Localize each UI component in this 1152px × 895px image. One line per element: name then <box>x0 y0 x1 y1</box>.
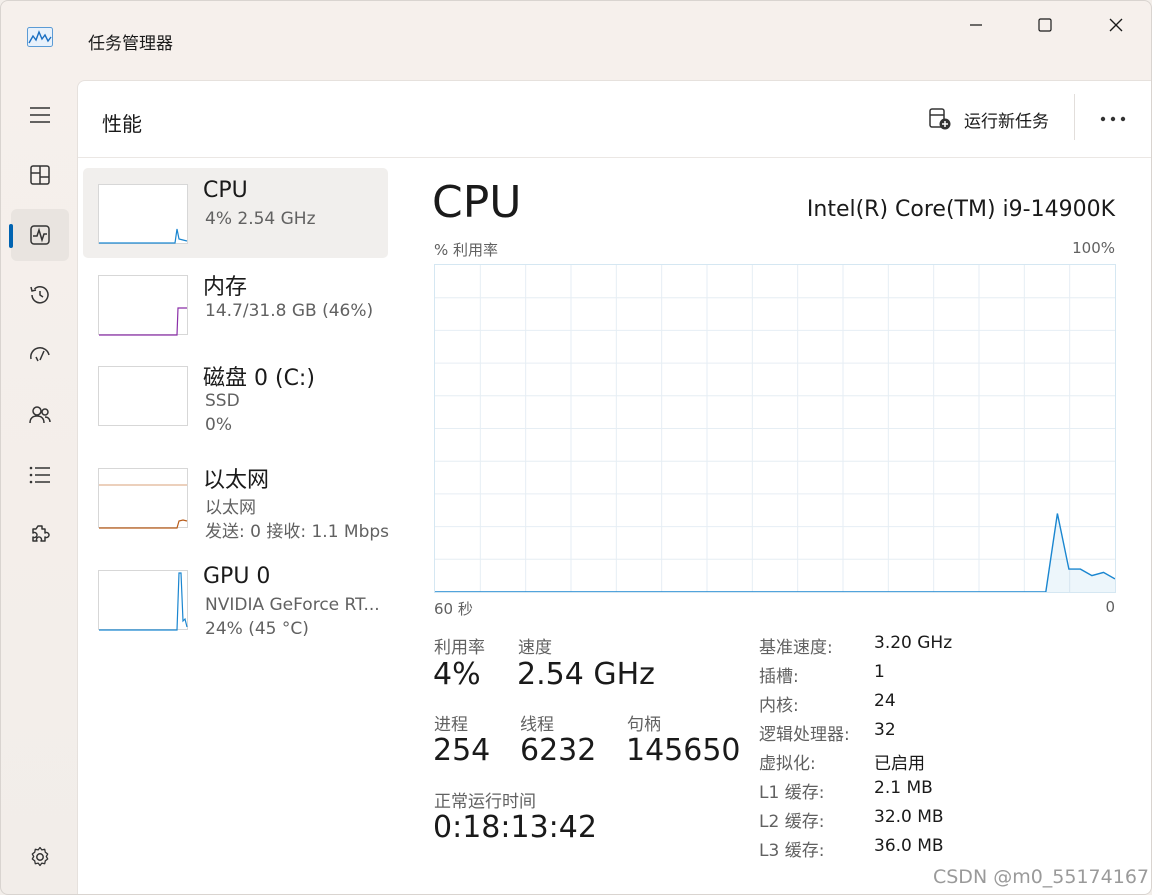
device-item-gpu[interactable]: GPU 0 NVIDIA GeForce RT... 24% (45 °C) <box>83 554 388 644</box>
device-name: 磁盘 0 (C:) <box>203 366 315 391</box>
device-detail-secondary: 24% (45 °C) <box>205 619 309 639</box>
content-panel: 性能 运行新任务 CPU 4% 2.54 GHz 内存 14.7/31.8 GB… <box>77 80 1151 894</box>
close-button[interactable] <box>1093 9 1139 41</box>
virtualization-label: 虚拟化: <box>759 754 816 774</box>
header-divider <box>1074 94 1075 140</box>
threads-label: 线程 <box>520 715 554 735</box>
header-divider-line <box>78 157 1151 158</box>
graph-x-left-label: 60 秒 <box>434 600 473 618</box>
details-icon <box>29 466 50 484</box>
l2-cache-value: 32.0 MB <box>874 807 944 827</box>
utilization-value: 4% <box>433 657 481 692</box>
device-item-disk[interactable]: 磁盘 0 (C:) SSD 0% <box>83 350 388 440</box>
uptime-label: 正常运行时间 <box>434 792 536 812</box>
graph-y-axis-label: % 利用率 <box>434 241 499 259</box>
users-icon <box>29 406 51 424</box>
utilization-label: 利用率 <box>434 638 485 658</box>
speed-label: 速度 <box>518 638 552 658</box>
processes-icon <box>30 165 50 185</box>
device-name: CPU <box>203 178 248 203</box>
services-icon <box>32 525 50 542</box>
nav-item-settings[interactable] <box>11 831 69 883</box>
run-new-task-button[interactable]: 运行新任务 <box>928 103 1049 135</box>
handles-value: 145650 <box>626 733 741 768</box>
run-new-task-icon <box>929 108 951 130</box>
page-title: 性能 <box>102 112 142 136</box>
device-name: GPU 0 <box>203 564 271 589</box>
device-detail: NVIDIA GeForce RT... <box>205 595 380 615</box>
memory-thumbnail-graph <box>98 275 188 336</box>
device-name: 内存 <box>203 275 248 300</box>
graph-y-max-label: 100% <box>1072 239 1115 257</box>
speed-value: 2.54 GHz <box>517 657 655 692</box>
cpu-utilization-chart <box>435 265 1116 593</box>
nav-item-processes[interactable] <box>11 149 69 201</box>
device-item-cpu[interactable]: CPU 4% 2.54 GHz <box>83 168 388 258</box>
nav-item-services[interactable] <box>11 509 69 561</box>
settings-icon <box>31 846 49 867</box>
cpu-thumbnail-graph <box>98 184 188 244</box>
performance-icon <box>30 225 50 245</box>
graph-x-right-label: 0 <box>1105 598 1115 616</box>
handles-label: 句柄 <box>627 715 661 735</box>
maximize-icon <box>1038 18 1052 32</box>
cpu-model-name: Intel(R) Core(TM) i9-14900K <box>806 197 1115 222</box>
more-options-icon <box>1100 116 1126 122</box>
sockets-value: 1 <box>874 662 885 682</box>
device-detail: 以太网 <box>205 498 256 518</box>
nav-item-app-history[interactable] <box>11 269 69 321</box>
startup-apps-icon <box>30 347 50 362</box>
maximize-button[interactable] <box>1022 9 1068 41</box>
base-speed-value: 3.20 GHz <box>874 633 953 653</box>
device-detail: SSD <box>205 391 240 411</box>
nav-menu-button[interactable] <box>11 89 69 141</box>
cpu-utilization-graph <box>434 264 1116 593</box>
cpu-usage-area <box>435 513 1115 592</box>
device-detail: 14.7/31.8 GB (46%) <box>205 301 374 321</box>
cores-value: 24 <box>874 691 896 711</box>
cpu-usage-line <box>435 513 1116 593</box>
l1-cache-label: L1 缓存: <box>759 783 825 803</box>
processes-value: 254 <box>433 733 491 768</box>
base-speed-label: 基准速度: <box>759 638 833 658</box>
logical-processors-value: 32 <box>874 720 896 740</box>
task-manager-app-icon <box>27 27 53 47</box>
processes-label: 进程 <box>434 715 468 735</box>
hamburger-menu-icon <box>30 107 50 123</box>
l3-cache-label: L3 缓存: <box>759 841 825 861</box>
virtualization-value: 已启用 <box>874 754 925 774</box>
l1-cache-value: 2.1 MB <box>874 778 933 798</box>
minimize-icon <box>970 24 982 26</box>
minimize-button[interactable] <box>953 9 999 41</box>
sockets-label: 插槽: <box>759 667 799 687</box>
window-title: 任务管理器 <box>88 34 173 54</box>
run-new-task-label: 运行新任务 <box>964 111 1049 132</box>
gpu-thumbnail-graph <box>98 570 188 631</box>
nav-item-details[interactable] <box>11 449 69 501</box>
device-item-ethernet[interactable]: 以太网 以太网 发送: 0 接收: 1.1 Mbps <box>83 452 389 542</box>
threads-value: 6232 <box>520 733 597 768</box>
cores-label: 内核: <box>759 696 799 716</box>
app-history-icon <box>30 286 49 304</box>
logical-processors-label: 逻辑处理器: <box>759 725 850 745</box>
device-detail-secondary: 发送: 0 接收: 1.1 Mbps <box>205 522 390 542</box>
nav-item-users[interactable] <box>11 389 69 441</box>
csdn-watermark: CSDN @m0_55174167 <box>932 866 1149 888</box>
nav-item-startup-apps[interactable] <box>11 329 69 381</box>
more-options-button[interactable] <box>1093 105 1133 133</box>
detail-title: CPU <box>432 177 522 228</box>
disk-thumbnail-graph <box>98 366 188 426</box>
device-detail-secondary: 0% <box>205 415 232 435</box>
device-name: 以太网 <box>203 468 270 493</box>
l2-cache-label: L2 缓存: <box>759 812 825 832</box>
device-detail: 4% 2.54 GHz <box>205 209 316 229</box>
uptime-value: 0:18:13:42 <box>433 810 597 845</box>
close-icon <box>1109 18 1123 32</box>
l3-cache-value: 36.0 MB <box>874 836 944 856</box>
ethernet-thumbnail-graph <box>98 468 188 529</box>
active-nav-indicator <box>9 224 13 248</box>
nav-item-performance[interactable] <box>11 209 69 261</box>
device-item-memory[interactable]: 内存 14.7/31.8 GB (46%) <box>83 259 388 349</box>
task-manager-window: 任务管理器 性能 运行新任务 CPU 4% 2.54 GHz 内存 14.7/3… <box>0 0 1152 895</box>
